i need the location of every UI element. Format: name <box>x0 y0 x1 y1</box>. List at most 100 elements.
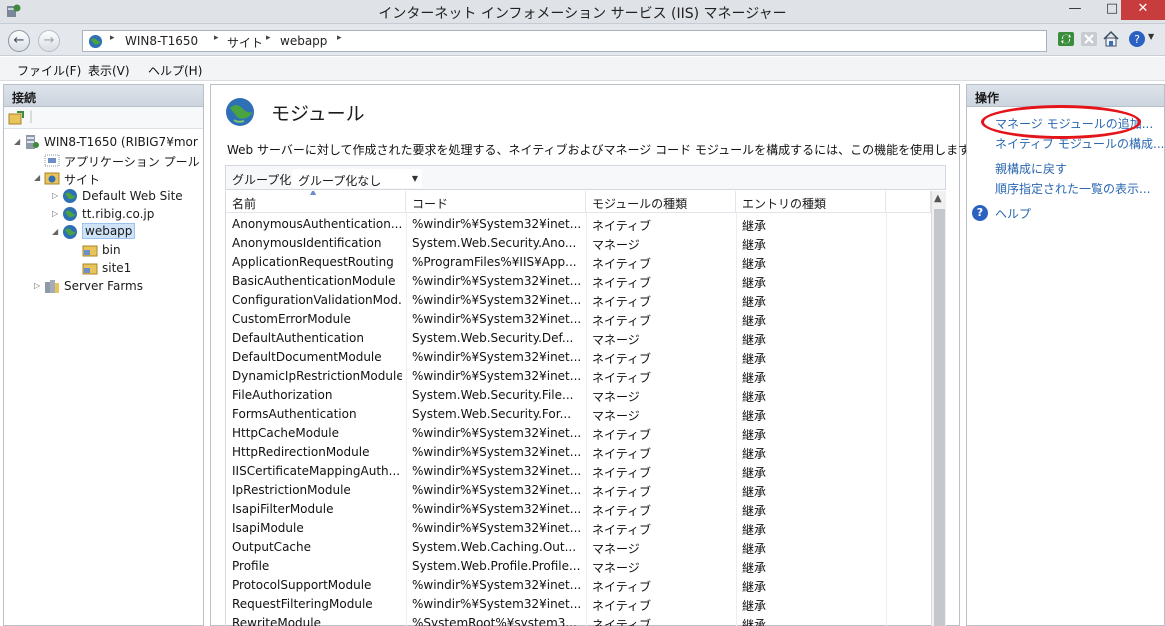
table-row[interactable]: IISCertificateMappingAuth... %windir%¥Sy… <box>226 462 932 481</box>
cell-code: %windir%¥System32¥inet... <box>412 445 582 459</box>
cell-module-type: ネイティブ <box>592 219 652 233</box>
tree-node-webapp[interactable]: ◢ webapp <box>52 223 204 241</box>
app-pool-icon <box>44 154 60 167</box>
tree-node-server[interactable]: ◢ WIN8-T1650 (RIBIG7¥mor <box>14 133 204 151</box>
column-header-label: エントリの種類 <box>742 197 827 211</box>
connect-icon[interactable] <box>8 110 24 126</box>
column-header-name[interactable]: ▲ 名前 <box>226 191 406 213</box>
globe-icon <box>63 207 77 221</box>
help-dropdown-icon[interactable]: ▼ <box>1148 32 1165 50</box>
table-row[interactable]: BasicAuthenticationModule %windir%¥Syste… <box>226 272 932 291</box>
scroll-up-icon[interactable]: ▲ <box>934 193 942 204</box>
stop-icon[interactable] <box>1080 30 1098 48</box>
tree-label: site1 <box>102 261 132 275</box>
breadcrumb-webapp[interactable]: webapp <box>280 34 327 48</box>
column-header-entry-type[interactable]: エントリの種類 <box>736 191 886 213</box>
sites-folder-icon <box>44 172 60 185</box>
table-row[interactable]: RewriteModule %SystemRoot%¥system3... ネイ… <box>226 614 932 626</box>
help-link[interactable]: ヘルプ <box>995 205 1031 222</box>
view-ordered-list-link[interactable]: 順序指定された一覧の表示... <box>995 180 1150 197</box>
group-by-label: グループ化: <box>232 173 296 187</box>
table-row[interactable]: ConfigurationValidationMod... %windir%¥S… <box>226 291 932 310</box>
cell-module-type: マネージ <box>592 238 640 252</box>
breadcrumb-server[interactable]: WIN8-T1650 <box>125 34 198 48</box>
table-row[interactable]: AnonymousIdentification System.Web.Secur… <box>226 234 932 253</box>
home-icon[interactable] <box>1102 30 1120 48</box>
cell-name: FormsAuthentication <box>232 407 357 421</box>
expand-icon[interactable]: ▷ <box>52 191 62 200</box>
cell-name: HttpRedirectionModule <box>232 445 370 459</box>
cell-name: OutputCache <box>232 540 312 554</box>
table-row[interactable]: IsapiModule %windir%¥System32¥inet... ネイ… <box>226 519 932 538</box>
expand-icon[interactable]: ▷ <box>34 281 44 290</box>
back-button[interactable]: ← <box>8 30 30 52</box>
table-row[interactable]: HttpRedirectionModule %windir%¥System32¥… <box>226 443 932 462</box>
cell-entry-type: 継承 <box>742 618 767 626</box>
cell-code: System.Web.Caching.Out... <box>412 540 577 554</box>
table-row[interactable]: Profile System.Web.Profile.Profile... マネ… <box>226 557 932 576</box>
collapse-icon[interactable]: ◢ <box>52 227 62 236</box>
column-header-module-type[interactable]: モジュールの種類 <box>586 191 736 213</box>
server-icon <box>26 135 39 149</box>
breadcrumb-sites[interactable]: サイト <box>227 34 263 51</box>
forward-button[interactable]: → <box>38 30 60 52</box>
cell-entry-type: 継承 <box>742 580 767 594</box>
table-row[interactable]: AnonymousAuthentication... %windir%¥Syst… <box>226 215 932 234</box>
table-row[interactable]: FileAuthorization System.Web.Security.Fi… <box>226 386 932 405</box>
table-row[interactable]: DynamicIpRestrictionModule %windir%¥Syst… <box>226 367 932 386</box>
cell-name: DefaultDocumentModule <box>232 350 382 364</box>
table-row[interactable]: HttpCacheModule %windir%¥System32¥inet..… <box>226 424 932 443</box>
expand-icon[interactable]: ▷ <box>52 209 62 218</box>
table-row[interactable]: IsapiFilterModule %windir%¥System32¥inet… <box>226 500 932 519</box>
address-bar: ← → ▸ WIN8-T1650 ▸ サイト ▸ webapp ▸ ? ▼ <box>0 24 1165 56</box>
cell-name: DynamicIpRestrictionModule <box>232 369 402 383</box>
cell-name: AnonymousAuthentication... <box>232 217 402 231</box>
group-by-select[interactable]: グループ化なし ▼ <box>292 169 422 188</box>
table-row[interactable]: ApplicationRequestRouting %ProgramFiles%… <box>226 253 932 272</box>
refresh-icon[interactable] <box>1057 30 1075 48</box>
tree-node-app-pools[interactable]: アプリケーション プール <box>34 151 204 169</box>
tree-node-tt-ribig[interactable]: ▷ tt.ribig.co.jp <box>52 205 204 223</box>
column-header-code[interactable]: コード <box>406 191 586 213</box>
table-row[interactable]: FormsAuthentication System.Web.Security.… <box>226 405 932 424</box>
tree-node-sites[interactable]: ◢ サイト <box>34 169 204 187</box>
menu-view[interactable]: 表示(V) <box>88 62 130 79</box>
cell-name: FileAuthorization <box>232 388 333 402</box>
cell-name: IISCertificateMappingAuth... <box>232 464 401 478</box>
table-row[interactable]: RequestFilteringModule %windir%¥System32… <box>226 595 932 614</box>
tree-node-bin[interactable]: bin <box>72 241 202 259</box>
breadcrumb[interactable]: ▸ WIN8-T1650 ▸ サイト ▸ webapp ▸ <box>82 30 1047 52</box>
cell-entry-type: 継承 <box>742 542 767 556</box>
cell-module-type: ネイティブ <box>592 314 652 328</box>
cell-module-type: ネイティブ <box>592 580 652 594</box>
revert-to-parent-link[interactable]: 親構成に戻す <box>995 160 1067 177</box>
table-row[interactable]: CustomErrorModule %windir%¥System32¥inet… <box>226 310 932 329</box>
menu-help[interactable]: ヘルプ(H) <box>148 62 202 79</box>
cell-name: ApplicationRequestRouting <box>232 255 394 269</box>
cell-name: IpRestrictionModule <box>232 483 351 497</box>
table-row[interactable]: DefaultDocumentModule %windir%¥System32¥… <box>226 348 932 367</box>
vertical-scrollbar[interactable]: ▲ <box>931 191 946 626</box>
breadcrumb-separator: ▸ <box>110 33 115 43</box>
cell-entry-type: 継承 <box>742 257 767 271</box>
tree-node-server-farms[interactable]: ▷ Server Farms <box>34 277 204 295</box>
tree-node-site1[interactable]: site1 <box>72 259 202 277</box>
menu-file[interactable]: ファイル(F) <box>17 62 81 79</box>
connections-header: 接続 <box>4 85 203 107</box>
cell-module-type: ネイティブ <box>592 504 652 518</box>
toolbar-divider: | <box>29 109 34 123</box>
table-row[interactable]: DefaultAuthentication System.Web.Securit… <box>226 329 932 348</box>
column-header-label: 名前 <box>232 197 257 211</box>
table-row[interactable]: ProtocolSupportModule %windir%¥System32¥… <box>226 576 932 595</box>
collapse-icon[interactable]: ◢ <box>14 137 24 146</box>
close-button[interactable]: ✕ <box>1121 0 1165 20</box>
collapse-icon[interactable]: ◢ <box>34 173 44 182</box>
cell-code: %windir%¥System32¥inet... <box>412 597 582 611</box>
table-row[interactable]: IpRestrictionModule %windir%¥System32¥in… <box>226 481 932 500</box>
cell-code: %windir%¥System32¥inet... <box>412 426 582 440</box>
cell-entry-type: 継承 <box>742 447 767 461</box>
help-icon[interactable]: ? <box>1128 30 1146 48</box>
scrollbar-thumb[interactable] <box>934 209 945 626</box>
tree-node-default-web-site[interactable]: ▷ Default Web Site <box>52 187 204 205</box>
table-row[interactable]: OutputCache System.Web.Caching.Out... マネ… <box>226 538 932 557</box>
